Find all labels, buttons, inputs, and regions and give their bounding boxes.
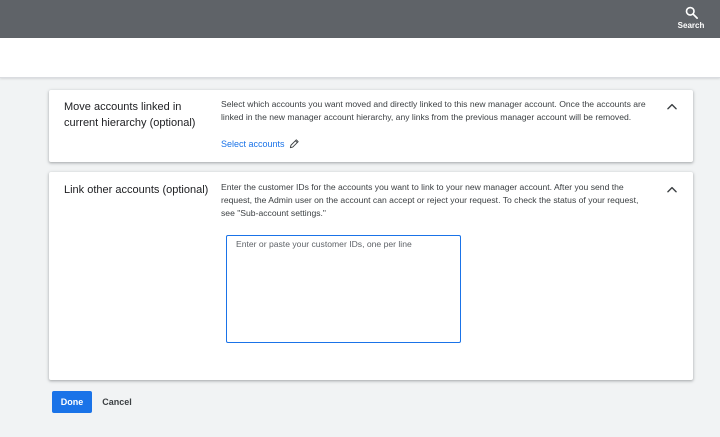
select-accounts-label: Select accounts: [221, 138, 285, 149]
collapse-link-accounts-chevron-up-icon[interactable]: [665, 183, 679, 197]
link-other-accounts-card: Link other accounts (optional) Enter the…: [49, 172, 693, 380]
move-accounts-description: Select which accounts you want moved and…: [221, 99, 646, 122]
top-app-bar: Search: [0, 0, 720, 38]
link-other-accounts-title: Link other accounts (optional): [64, 184, 209, 196]
search-label: Search: [677, 20, 705, 30]
link-other-accounts-description: Enter the customer IDs for the accounts …: [221, 182, 639, 218]
sub-header-bar: [0, 38, 720, 78]
collapse-move-accounts-chevron-up-icon[interactable]: [665, 100, 679, 114]
search-button[interactable]: Search: [676, 2, 706, 32]
done-button[interactable]: Done: [52, 391, 92, 413]
select-accounts-link[interactable]: Select accounts: [221, 138, 300, 149]
customer-ids-input[interactable]: [226, 235, 461, 343]
move-accounts-title: Move accounts linked in current hierarch…: [64, 101, 196, 129]
pencil-icon: [289, 139, 299, 149]
cancel-button[interactable]: Cancel: [98, 391, 136, 413]
move-accounts-card: Move accounts linked in current hierarch…: [49, 90, 693, 162]
search-icon: [685, 6, 698, 19]
